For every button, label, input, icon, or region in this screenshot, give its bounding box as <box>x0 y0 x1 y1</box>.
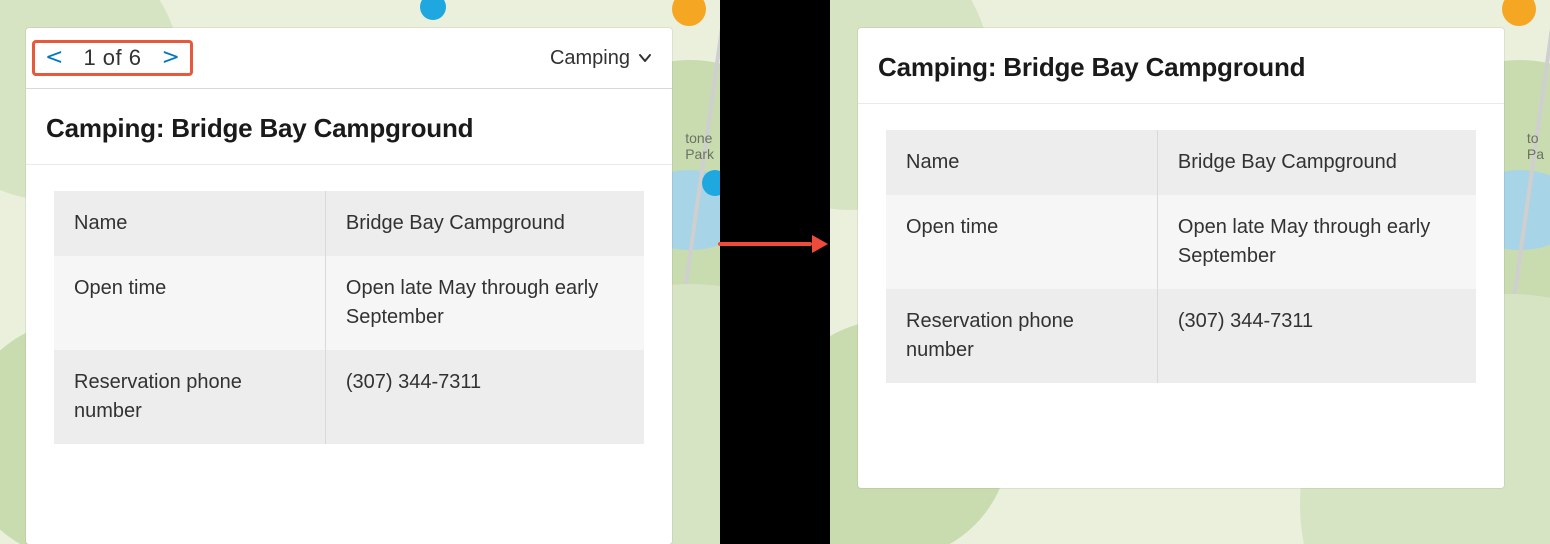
arrow-line <box>718 242 812 246</box>
popup-before: < 1 of 6 > Camping Camping: Bridge Bay C… <box>26 28 672 544</box>
attr-value: (307) 344-7311 <box>1157 289 1476 383</box>
attr-key: Open time <box>54 256 325 350</box>
pager-next-button[interactable]: > <box>155 45 185 71</box>
pager-prev-button[interactable]: < <box>39 45 69 71</box>
attr-value: Open late May through early September <box>1157 195 1476 289</box>
popup-title: Camping: Bridge Bay Campground <box>858 28 1504 104</box>
black-divider <box>720 0 830 544</box>
layer-select-label: Camping <box>550 47 630 70</box>
layer-select[interactable]: Camping <box>550 47 652 70</box>
attr-key: Name <box>54 191 325 256</box>
popup-after: Camping: Bridge Bay Campground NameBridg… <box>858 28 1504 488</box>
comparison-stage: tonePark toPa 89 < 1 of 6 > Camping Camp <box>0 0 1550 544</box>
attributes-tbody: NameBridge Bay CampgroundOpen timeOpen l… <box>54 191 644 444</box>
route-shield: 89 <box>1488 500 1520 524</box>
chevron-down-icon <box>638 51 652 65</box>
attr-value: Open late May through early September <box>325 256 644 350</box>
attributes-table: NameBridge Bay CampgroundOpen timeOpen l… <box>886 130 1476 383</box>
transition-arrow-icon <box>718 230 828 258</box>
table-row: Open timeOpen late May through early Sep… <box>54 256 644 350</box>
map-poi-icon <box>420 0 446 20</box>
attr-key: Name <box>886 130 1157 195</box>
attr-key: Reservation phone number <box>54 350 325 444</box>
popup-topbar: < 1 of 6 > Camping <box>26 28 672 89</box>
map-poi-icon <box>1502 0 1536 26</box>
map-park-label: tonePark <box>685 130 714 162</box>
attr-key: Reservation phone number <box>886 289 1157 383</box>
arrow-head <box>812 235 828 253</box>
map-poi-icon <box>672 0 706 26</box>
attributes-tbody: NameBridge Bay CampgroundOpen timeOpen l… <box>886 130 1476 383</box>
popup-body: NameBridge Bay CampgroundOpen timeOpen l… <box>26 165 672 470</box>
table-row: NameBridge Bay Campground <box>886 130 1476 195</box>
table-row: Reservation phone number(307) 344-7311 <box>54 350 644 444</box>
table-row: Open timeOpen late May through early Sep… <box>886 195 1476 289</box>
attr-value: Bridge Bay Campground <box>1157 130 1476 195</box>
attr-value: (307) 344-7311 <box>325 350 644 444</box>
attributes-table: NameBridge Bay CampgroundOpen timeOpen l… <box>54 191 644 444</box>
popup-title: Camping: Bridge Bay Campground <box>26 89 672 165</box>
map-park-label: toPa <box>1527 130 1544 162</box>
pager-count: 1 of 6 <box>83 45 141 71</box>
popup-pager: < 1 of 6 > <box>32 40 193 76</box>
attr-key: Open time <box>886 195 1157 289</box>
attr-value: Bridge Bay Campground <box>325 191 644 256</box>
popup-body: NameBridge Bay CampgroundOpen timeOpen l… <box>858 104 1504 409</box>
table-row: NameBridge Bay Campground <box>54 191 644 256</box>
table-row: Reservation phone number(307) 344-7311 <box>886 289 1476 383</box>
